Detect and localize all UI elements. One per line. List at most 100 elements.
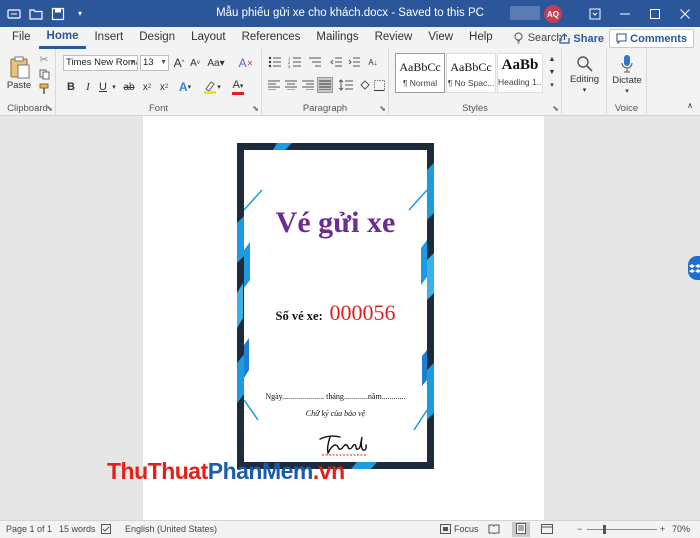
editing-button[interactable]: Editing ▾ [564, 51, 605, 97]
clipboard-group: Paste ✂ Clipboard ⬊ [0, 49, 56, 116]
styles-scroll-up-icon[interactable]: ▲ [546, 53, 558, 65]
decrease-indent-icon[interactable] [328, 54, 344, 70]
tab-layout[interactable]: Layout [183, 27, 234, 49]
grow-font-icon[interactable]: A ^ [172, 55, 186, 71]
shading-icon[interactable] [358, 77, 372, 93]
find-icon [576, 55, 593, 72]
paste-label: Paste [6, 80, 32, 91]
underline-options-icon[interactable]: ▾ [110, 79, 118, 95]
title-bar: ▾ Mẫu phiếu gửi xe cho khách.docx - Save… [0, 0, 700, 27]
tab-references[interactable]: References [234, 27, 309, 49]
underline-button[interactable]: U [96, 79, 110, 95]
style-no-spacing[interactable]: AaBbCc ¶ No Spac... [446, 53, 496, 93]
language[interactable]: English (United States) [125, 524, 217, 534]
quick-access-toolbar: ▾ [0, 4, 150, 24]
numbering-icon[interactable]: 123 [286, 54, 304, 70]
style-heading-1[interactable]: AaBb Heading 1... [497, 53, 543, 93]
tab-insert[interactable]: Insert [86, 27, 131, 49]
bold-button[interactable]: B [64, 79, 78, 95]
tab-home[interactable]: Home [38, 27, 87, 49]
web-layout-icon[interactable] [541, 524, 553, 536]
style-name: ¶ Normal [402, 78, 438, 88]
sort-icon[interactable]: A↓ [365, 54, 381, 70]
styles-launcher-icon[interactable]: ⬊ [552, 104, 559, 113]
font-group-label: Font [148, 103, 168, 114]
subscript-button[interactable]: x2 [140, 79, 154, 95]
ticket-number-label: Số vé xe: [275, 309, 323, 323]
zoom-in-button[interactable]: + [660, 524, 665, 534]
borders-icon[interactable] [372, 77, 386, 93]
paragraph-launcher-icon[interactable]: ⬊ [379, 104, 386, 113]
font-size-dropdown[interactable]: 13 ▼ [140, 55, 169, 71]
font-launcher-icon[interactable]: ⬊ [252, 104, 259, 113]
collapse-ribbon-icon[interactable]: ∧ [684, 99, 696, 111]
maximize-button[interactable] [640, 0, 670, 27]
ribbon-display-options-icon[interactable] [580, 0, 610, 27]
change-case-icon[interactable]: Aa▾ [207, 55, 225, 71]
close-button[interactable] [670, 0, 700, 27]
autosave-icon[interactable] [4, 4, 24, 24]
highlight-color-icon[interactable]: ▾ [202, 79, 222, 95]
dropbox-icon [689, 264, 700, 273]
align-right-icon[interactable] [300, 77, 316, 93]
increase-indent-icon[interactable] [346, 54, 362, 70]
word-count[interactable]: 15 words [59, 524, 96, 534]
zoom-slider-thumb[interactable] [603, 525, 606, 534]
align-left-icon[interactable] [266, 77, 282, 93]
cut-icon[interactable]: ✂ [37, 52, 51, 66]
share-button[interactable]: Share [553, 30, 610, 47]
copy-icon[interactable] [37, 67, 51, 81]
font-name-dropdown[interactable]: Times New Roman ▼ [63, 55, 138, 71]
justify-icon[interactable] [317, 77, 333, 93]
read-mode-icon[interactable] [488, 524, 500, 536]
styles-more-icon[interactable]: ▾ [546, 79, 558, 91]
customize-qat-icon[interactable]: ▾ [70, 4, 90, 24]
zoom-slider[interactable] [587, 529, 657, 530]
align-center-icon[interactable] [283, 77, 299, 93]
multilevel-list-icon[interactable] [306, 54, 324, 70]
open-folder-icon[interactable] [26, 4, 46, 24]
superscript-button[interactable]: x2 [157, 79, 171, 95]
zoom-out-button[interactable]: − [577, 524, 582, 534]
text-effects-icon[interactable]: A ▾ [176, 79, 194, 95]
comments-button[interactable]: Comments [609, 29, 694, 48]
side-assistant-button[interactable] [688, 256, 700, 280]
bullets-icon[interactable] [266, 54, 284, 70]
dictate-button[interactable]: Dictate ▾ [609, 51, 645, 97]
format-painter-icon[interactable] [37, 82, 51, 96]
style-preview: AaBbCc [399, 60, 441, 74]
font-color-icon[interactable]: A▾ [228, 79, 248, 95]
editing-group: Editing ▾ [562, 49, 607, 116]
save-icon[interactable] [48, 4, 68, 24]
avatar[interactable]: AQ [544, 5, 562, 23]
ticket-body: Vé gửi xe Số vé xe: 000056 Ngày.........… [244, 150, 427, 462]
styles-scroll-down-icon[interactable]: ▼ [546, 66, 558, 78]
share-icon [559, 33, 571, 44]
tab-mailings[interactable]: Mailings [308, 27, 366, 49]
watermark-part-2: PhanMem [207, 458, 314, 484]
account-name[interactable] [510, 6, 540, 20]
zoom-level[interactable]: 70% [672, 524, 690, 534]
italic-button[interactable]: I [81, 79, 95, 95]
tab-design[interactable]: Design [131, 27, 183, 49]
style-normal[interactable]: AaBbCc ¶ Normal [395, 53, 445, 93]
tab-review[interactable]: Review [367, 27, 421, 49]
clipboard-launcher-icon[interactable]: ⬊ [46, 104, 53, 113]
tab-help[interactable]: Help [461, 27, 501, 49]
proofing-icon[interactable] [101, 524, 113, 536]
window-controls [580, 0, 700, 27]
tab-view[interactable]: View [420, 27, 461, 49]
focus-button[interactable]: Focus [440, 524, 479, 534]
style-preview: AaBbCc [450, 60, 492, 74]
line-spacing-icon[interactable] [337, 77, 355, 93]
date-line: Ngày..................... tháng.........… [265, 392, 406, 401]
paste-button[interactable]: Paste [4, 51, 34, 95]
strikethrough-button[interactable]: ab [122, 79, 136, 95]
print-layout-icon[interactable] [512, 522, 530, 537]
tab-file[interactable]: File [4, 27, 39, 49]
shrink-font-icon[interactable]: Av [188, 55, 202, 71]
minimize-button[interactable] [610, 0, 640, 27]
page-count[interactable]: Page 1 of 1 [6, 524, 52, 534]
document-area[interactable]: Vé gửi xe Số vé xe: 000056 Ngày.........… [0, 116, 700, 520]
clear-formatting-icon[interactable]: A ✕ [238, 55, 254, 71]
